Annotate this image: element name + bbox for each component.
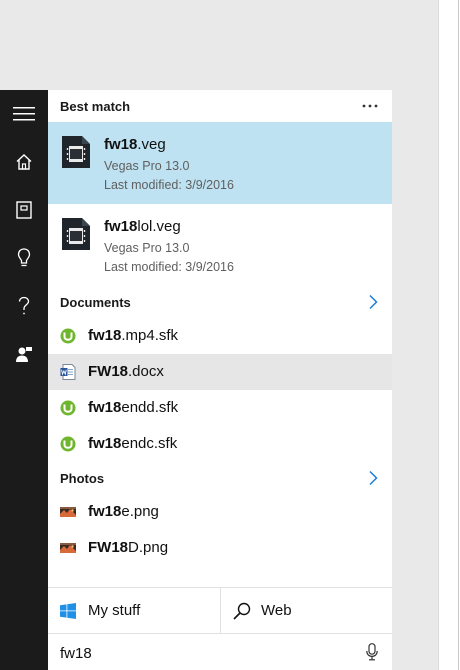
feedback-button[interactable] [0, 330, 48, 378]
file-name: fw18lol.veg [104, 218, 181, 235]
image-file-icon [60, 507, 76, 517]
documents-label: Documents [60, 295, 131, 310]
search-icon [233, 602, 251, 620]
hamburger-icon [13, 107, 35, 121]
file-name: fw18.mp4.sfk [88, 327, 179, 344]
utorrent-icon [60, 436, 76, 452]
list-item[interactable]: fw18.mp4.sfk [48, 318, 392, 354]
photos-label: Photos [60, 471, 105, 486]
chevron-right-icon [369, 470, 378, 486]
file-name: fw18endd.sfk [88, 399, 179, 416]
file-name: fw18.veg [104, 136, 166, 153]
image-file-icon [60, 543, 76, 553]
home-icon [16, 154, 32, 170]
search-results-panel: Best match fw18.veg Vegas Pro 13.0 Last … [48, 90, 392, 670]
search-input[interactable] [60, 641, 350, 665]
list-item[interactable]: fw18e.png [48, 494, 392, 530]
list-item[interactable]: FW18.docx [48, 354, 392, 390]
home-button[interactable] [0, 138, 48, 186]
utorrent-icon [60, 400, 76, 416]
best-match-label: Best match [60, 99, 131, 114]
best-match-item[interactable]: fw18.veg Vegas Pro 13.0 Last modified: 3… [48, 122, 392, 204]
file-modified: Last modified: 3/9/2016 [104, 178, 234, 192]
file-name: FW18D.png [88, 539, 169, 556]
reminders-button[interactable] [0, 234, 48, 282]
vegas-file-icon [62, 136, 90, 168]
vegas-file-icon [62, 218, 90, 250]
file-name: fw18endc.sfk [88, 435, 178, 452]
best-match-header: Best match [48, 90, 392, 122]
web-label: Web [261, 602, 292, 619]
microphone-icon[interactable] [366, 643, 378, 661]
notebook-button[interactable] [0, 186, 48, 234]
word-doc-icon [60, 364, 76, 380]
web-button[interactable]: Web [221, 588, 392, 633]
file-app: Vegas Pro 13.0 [104, 241, 190, 255]
hamburger-menu-button[interactable] [0, 90, 48, 138]
my-stuff-label: My stuff [88, 602, 141, 619]
file-modified: Last modified: 3/9/2016 [104, 260, 234, 274]
chevron-right-icon [369, 294, 378, 310]
question-icon [18, 296, 30, 315]
window-edge [438, 0, 439, 670]
utorrent-icon [60, 328, 76, 344]
file-name: fw18e.png [88, 503, 159, 520]
photos-header[interactable]: Photos [48, 462, 392, 494]
notebook-icon [16, 201, 32, 219]
list-item[interactable]: FW18D.png [48, 530, 392, 566]
windows-logo-icon [60, 602, 76, 619]
documents-header[interactable]: Documents [48, 286, 392, 318]
window-edge-outer [458, 0, 459, 670]
feedback-icon [16, 347, 32, 362]
search-box [48, 633, 392, 670]
desktop-background-right [392, 90, 438, 670]
my-stuff-button[interactable]: My stuff [48, 588, 220, 633]
list-item[interactable]: fw18endc.sfk [48, 426, 392, 462]
desktop-background [0, 0, 438, 90]
best-match-item-2[interactable]: fw18lol.veg Vegas Pro 13.0 Last modified… [48, 204, 392, 286]
file-app: Vegas Pro 13.0 [104, 159, 190, 173]
help-button[interactable] [0, 282, 48, 330]
file-name: FW18.docx [88, 363, 164, 380]
lightbulb-icon [17, 248, 31, 267]
more-options-icon[interactable] [362, 104, 378, 108]
list-item[interactable]: fw18endd.sfk [48, 390, 392, 426]
filter-bar: My stuff Web [48, 587, 392, 633]
left-rail [0, 90, 48, 670]
